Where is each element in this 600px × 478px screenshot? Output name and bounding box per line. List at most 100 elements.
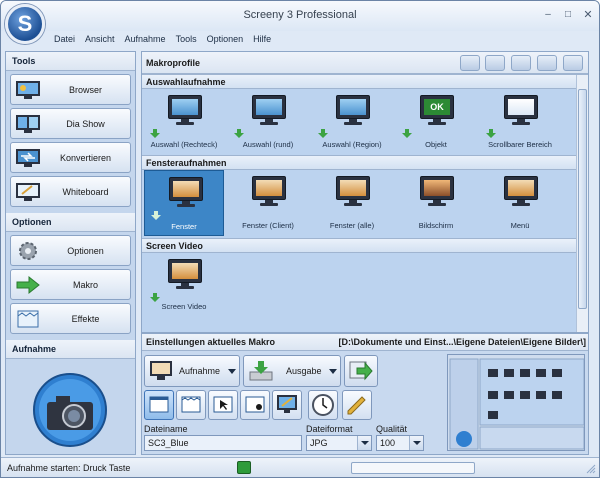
window-mode-icon bbox=[149, 396, 169, 413]
video-icon bbox=[168, 259, 202, 289]
object-icon: OK bbox=[420, 95, 454, 125]
menu-hilfe[interactable]: Hilfe bbox=[248, 32, 276, 48]
maximize-icon[interactable]: □ bbox=[561, 9, 575, 21]
browser-button[interactable]: Browser bbox=[10, 74, 131, 105]
arrow-icon bbox=[16, 275, 40, 294]
chevron-down-icon[interactable] bbox=[357, 436, 371, 450]
options-header: Optionen bbox=[6, 213, 135, 232]
convert-label: Konvertieren bbox=[59, 152, 112, 163]
macro-settings-title: Einstellungen aktuelles Makro bbox=[146, 337, 276, 347]
download-icon bbox=[151, 211, 161, 220]
menu-tools[interactable]: Tools bbox=[171, 32, 202, 48]
profiles-scrollbar[interactable] bbox=[576, 75, 588, 332]
paint-icon bbox=[277, 395, 297, 413]
window-title: Screeny 3 Professional bbox=[243, 9, 357, 21]
effects-icon bbox=[17, 310, 39, 327]
filename-label: Dateiname bbox=[144, 424, 188, 434]
filename-input[interactable]: SC3_Blue bbox=[144, 435, 302, 451]
profile-window[interactable]: Fenster bbox=[144, 170, 224, 236]
profile-scroll-area[interactable]: Scrollbarer Bereich bbox=[480, 89, 560, 153]
menu-ansicht[interactable]: Ansicht bbox=[80, 32, 120, 48]
profile-label: Fenster bbox=[171, 222, 197, 231]
select-round-icon bbox=[252, 95, 286, 125]
run-arrow-icon bbox=[349, 361, 373, 381]
scroll-area-icon bbox=[504, 95, 538, 125]
profile-label: Fenster (Client) bbox=[242, 221, 294, 230]
browser-label: Browser bbox=[68, 84, 102, 95]
profile-screen[interactable]: Bildschirm bbox=[396, 170, 476, 234]
add-icon[interactable] bbox=[460, 55, 480, 71]
slideshow-label: Dia Show bbox=[66, 118, 105, 129]
menu-optionen[interactable]: Optionen bbox=[202, 32, 249, 48]
status-bar: Aufnahme starten: Druck Taste bbox=[1, 457, 599, 477]
chevron-down-icon[interactable] bbox=[409, 436, 423, 450]
screen-icon bbox=[420, 176, 454, 206]
clock-icon bbox=[312, 394, 334, 416]
monitor-icon bbox=[150, 361, 172, 380]
run-macro-button[interactable] bbox=[344, 355, 378, 387]
mode-edit-button[interactable] bbox=[342, 390, 372, 420]
profile-menu[interactable]: Menü bbox=[480, 170, 560, 234]
preview-thumbnail bbox=[447, 354, 585, 451]
macro-settings-header: Einstellungen aktuelles Makro [D:\Dokume… bbox=[142, 334, 588, 351]
profile-object[interactable]: OK Objekt bbox=[396, 89, 476, 153]
format-select[interactable]: JPG bbox=[306, 435, 372, 451]
profile-label: Fenster (alle) bbox=[329, 221, 375, 230]
slideshow-button[interactable]: Dia Show bbox=[10, 108, 131, 139]
capture-dropdown-button[interactable]: Aufnahme bbox=[144, 355, 240, 387]
format-label: Dateiformat bbox=[306, 424, 353, 434]
export-icon[interactable] bbox=[563, 55, 583, 71]
select-rectangle-icon bbox=[168, 95, 202, 125]
profile-window-client[interactable]: Fenster (Client) bbox=[228, 170, 308, 234]
mode-timer-button[interactable] bbox=[308, 390, 338, 420]
output-dropdown-button[interactable]: Ausgabe bbox=[243, 355, 341, 387]
mode-pointer-button[interactable] bbox=[208, 390, 238, 420]
image-icon[interactable] bbox=[485, 55, 505, 71]
profile-select-region[interactable]: Auswahl (Region) bbox=[312, 89, 392, 153]
capture-area bbox=[6, 364, 135, 454]
quality-value: 100 bbox=[380, 438, 396, 448]
capture-header: Aufnahme bbox=[6, 340, 135, 359]
status-indicator-icon bbox=[237, 461, 251, 474]
format-value: JPG bbox=[310, 438, 328, 448]
app-logo[interactable]: S bbox=[5, 4, 45, 44]
profile-window-all[interactable]: Fenster (alle) bbox=[312, 170, 392, 234]
profile-label: Auswahl (Region) bbox=[322, 140, 382, 149]
menu-aufnahme[interactable]: Aufnahme bbox=[120, 32, 171, 48]
profile-screen-video[interactable]: Screen Video bbox=[144, 253, 224, 313]
app-window: Screeny 3 Professional – □ ✕ S Datei Ans… bbox=[0, 0, 600, 478]
convert-icon bbox=[16, 148, 40, 167]
effects-button[interactable]: Effekte bbox=[10, 303, 131, 334]
resize-grip-icon[interactable] bbox=[586, 464, 596, 474]
whiteboard-button[interactable]: Whiteboard bbox=[10, 176, 131, 207]
capture-label: Aufnahme bbox=[179, 366, 221, 376]
minimize-icon[interactable]: – bbox=[541, 9, 555, 21]
profile-label: Auswahl (rund) bbox=[242, 140, 294, 149]
camera-icon[interactable] bbox=[6, 364, 135, 454]
group-window-items: Fenster Fenster (Client) Fenster (alle) … bbox=[142, 170, 588, 238]
options-button[interactable]: Optionen bbox=[10, 235, 131, 266]
convert-button[interactable]: Konvertieren bbox=[10, 142, 131, 173]
macro-button[interactable]: Makro bbox=[10, 269, 131, 300]
menu-datei[interactable]: Datei bbox=[49, 32, 80, 48]
save-icon[interactable] bbox=[511, 55, 531, 71]
group-selection-title: Auswahlaufnahme bbox=[142, 74, 588, 89]
output-icon bbox=[249, 361, 273, 381]
gear-icon bbox=[19, 241, 37, 260]
window-all-icon bbox=[336, 176, 370, 206]
profile-select-rectangle[interactable]: Auswahl (Rechteck) bbox=[144, 89, 224, 153]
mode-record-button[interactable] bbox=[240, 390, 270, 420]
mode-scroll-button[interactable] bbox=[176, 390, 206, 420]
quality-select[interactable]: 100 bbox=[376, 435, 424, 451]
mode-paint-button[interactable] bbox=[272, 390, 302, 420]
close-icon[interactable]: ✕ bbox=[581, 9, 595, 21]
mode-window-button[interactable] bbox=[144, 390, 174, 420]
profiles-scroll-thumb[interactable] bbox=[578, 89, 587, 309]
macro-profiles-title: Makroprofile bbox=[146, 58, 201, 68]
edit-icon bbox=[347, 396, 366, 415]
window-icon bbox=[169, 177, 203, 207]
title-bar: Screeny 3 Professional – □ ✕ bbox=[1, 1, 599, 31]
download-icon bbox=[318, 129, 328, 138]
grid-icon[interactable] bbox=[537, 55, 557, 71]
profile-select-round[interactable]: Auswahl (rund) bbox=[228, 89, 308, 153]
